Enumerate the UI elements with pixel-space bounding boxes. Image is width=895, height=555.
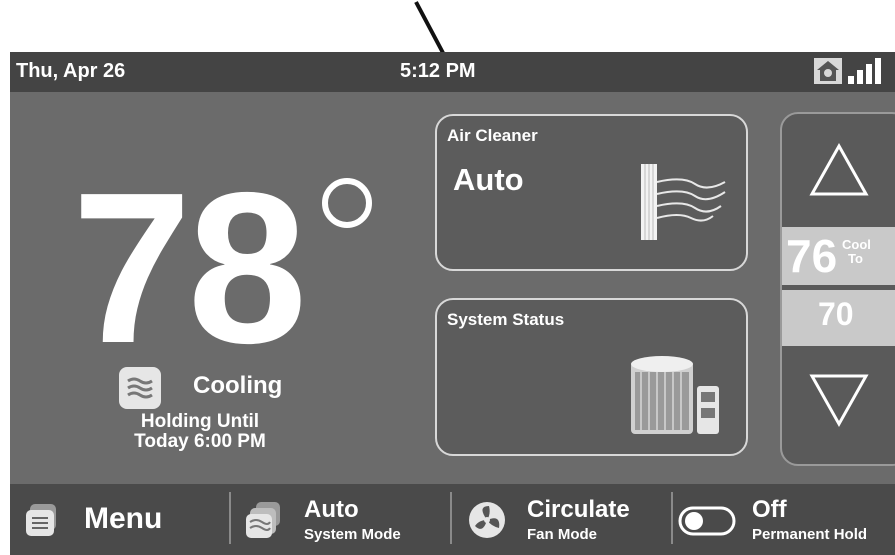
divider — [671, 492, 673, 544]
divider — [450, 492, 452, 544]
toggle-switch-icon[interactable] — [678, 506, 736, 536]
hold-label: Permanent Hold — [752, 526, 868, 543]
system-mode-label: System Mode — [304, 526, 401, 543]
menu-button[interactable]: Menu — [10, 484, 228, 555]
fan-mode-value: Circulate — [527, 496, 630, 523]
system-status-title: System Status — [447, 310, 565, 329]
current-temperature: 78 — [72, 147, 307, 388]
hold-line-1: Holding Until — [140, 411, 260, 432]
permanent-hold-button[interactable]: Off Permanent Hold — [674, 484, 895, 555]
degree-symbol — [322, 178, 372, 228]
ac-unit-icon — [631, 356, 719, 434]
system-mode-icon — [246, 502, 280, 538]
air-filter-icon — [641, 164, 726, 240]
heat-setpoint[interactable]: 70 — [782, 290, 895, 346]
system-status-tile[interactable]: System Status — [435, 298, 748, 456]
status-bar: Thu, Apr 26 5:12 PM — [10, 52, 895, 92]
heat-setpoint-value: 70 — [818, 296, 854, 332]
hold-status: Holding Until Today 6:00 PM — [120, 412, 280, 452]
menu-icon — [26, 504, 56, 536]
thermostat-screen: Thu, Apr 26 5:12 PM 78 Cooling Holding U… — [10, 52, 895, 555]
setpoint-panel — [780, 112, 895, 466]
divider — [229, 492, 231, 544]
menu-label: Menu — [84, 502, 163, 535]
hold-value: Off — [752, 496, 787, 523]
air-cleaner-value: Auto — [453, 162, 524, 197]
fan-mode-label: Fan Mode — [527, 526, 597, 543]
cooling-icon — [119, 367, 161, 409]
signal-icon — [848, 58, 881, 84]
bottom-bar: Menu Auto System Mode Circulate Fan Mode… — [10, 484, 895, 555]
cool-setpoint-value: 76 — [786, 230, 838, 282]
hold-line-2: Today 6:00 PM — [134, 431, 266, 452]
fan-mode-button[interactable]: Circulate Fan Mode — [453, 484, 671, 555]
cool-setpoint[interactable]: 76 Cool To — [782, 227, 895, 285]
fan-icon — [469, 502, 505, 538]
system-mode-value: Auto — [304, 496, 359, 523]
home-icon — [814, 58, 842, 84]
air-cleaner-tile[interactable]: Air Cleaner Auto — [435, 114, 748, 271]
temp-down-button[interactable] — [808, 372, 870, 428]
system-mode-button[interactable]: Auto System Mode — [232, 484, 450, 555]
mode-status-label: Cooling — [193, 372, 283, 399]
date-label: Thu, Apr 26 — [16, 60, 126, 82]
time-label: 5:12 PM — [400, 60, 476, 82]
air-cleaner-title: Air Cleaner — [447, 126, 538, 145]
cool-setpoint-label: Cool — [842, 237, 871, 252]
temp-up-button[interactable] — [808, 142, 870, 198]
cool-setpoint-label-to: To — [848, 251, 863, 266]
